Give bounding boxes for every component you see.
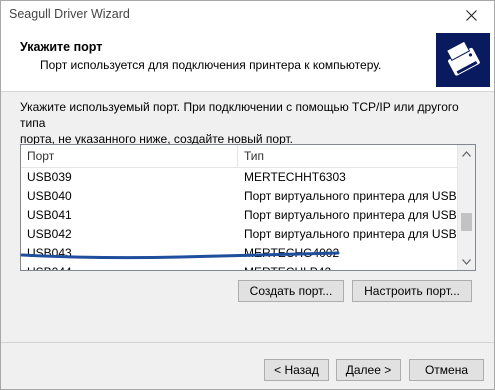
column-header-port[interactable]: Порт — [21, 145, 238, 167]
close-icon — [465, 9, 477, 21]
page-subtitle: Порт используется для подключения принте… — [40, 58, 382, 72]
port-name: USB039 — [27, 170, 72, 184]
scroll-up-button[interactable] — [458, 145, 475, 162]
port-type: Порт виртуального принтера для USB — [244, 227, 457, 241]
back-button[interactable]: < Назад — [264, 359, 329, 381]
column-header-type[interactable]: Тип — [238, 145, 458, 167]
hand-drawn-underline — [20, 251, 340, 260]
scrollbar-thumb[interactable] — [461, 213, 472, 231]
port-row[interactable]: USB044 MERTECHLP42 — [21, 263, 458, 270]
port-row[interactable]: USB042 Порт виртуального принтера для US… — [21, 225, 458, 244]
port-type: MERTECHLP42 — [238, 263, 464, 270]
chevron-down-icon — [462, 258, 471, 265]
port-row[interactable]: USB040 Порт виртуального принтера для US… — [21, 187, 458, 206]
port-list-header: Порт Тип — [21, 145, 458, 168]
port-row[interactable]: USB041 Порт виртуального принтера для US… — [21, 206, 458, 225]
port-name: USB042 — [27, 227, 72, 241]
next-button[interactable]: Далее > — [336, 359, 401, 381]
port-name: USB044 — [21, 263, 238, 270]
footer-divider — [1, 342, 494, 343]
wizard-header: Укажите порт Порт используется для подкл… — [1, 29, 494, 92]
scroll-down-button[interactable] — [458, 253, 475, 270]
wizard-window: Seagull Driver Wizard Укажите порт Порт … — [0, 0, 495, 390]
instructions-line-1: Укажите используемый порт. При подключен… — [20, 100, 459, 130]
port-name: USB040 — [27, 189, 72, 203]
configure-port-button[interactable]: Настроить порт... — [352, 280, 472, 302]
create-port-button[interactable]: Создать порт... — [238, 280, 344, 302]
page-title: Укажите порт — [20, 40, 103, 54]
printer-icon — [436, 33, 490, 87]
port-type: Порт виртуального принтера для USB — [244, 208, 457, 222]
close-button[interactable] — [448, 1, 494, 29]
port-type: Порт виртуального принтера для USB — [244, 189, 457, 203]
port-type: MERTECHHT6303 — [244, 170, 346, 184]
instructions: Укажите используемый порт. При подключен… — [20, 99, 480, 147]
chevron-up-icon — [462, 150, 471, 157]
cancel-button[interactable]: Отмена — [409, 359, 484, 381]
port-name: USB041 — [27, 208, 72, 222]
port-list-scrollbar[interactable] — [457, 145, 475, 270]
window-title: Seagull Driver Wizard — [9, 7, 130, 21]
title-bar: Seagull Driver Wizard — [1, 1, 494, 29]
port-row[interactable]: USB039 MERTECHHT6303 — [21, 168, 458, 187]
